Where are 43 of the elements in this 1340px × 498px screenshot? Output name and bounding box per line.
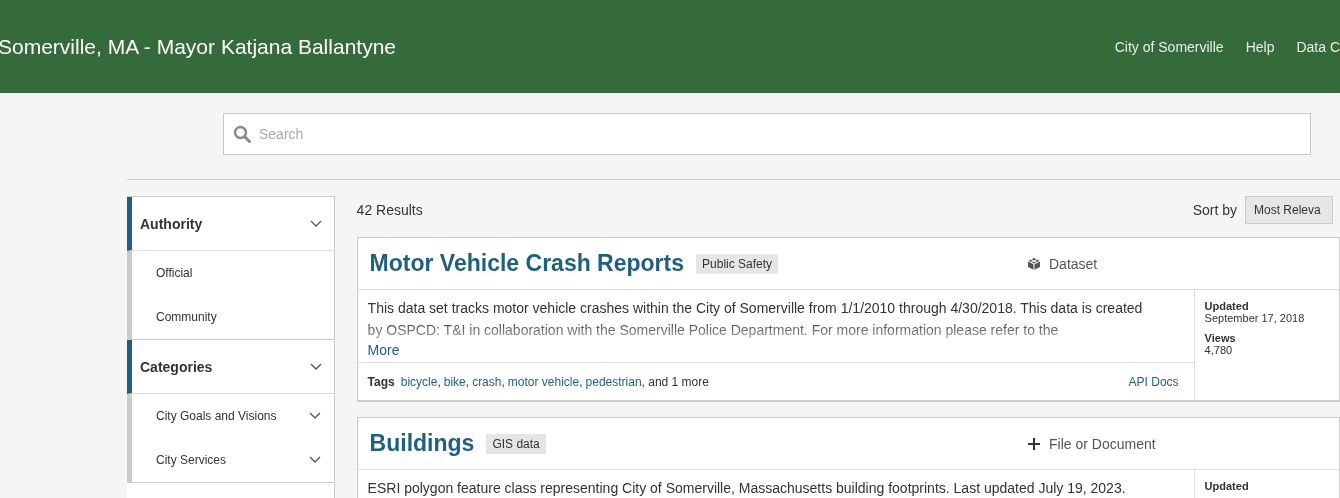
filter-item[interactable]: City Services — [132, 438, 334, 482]
separator: , — [501, 374, 505, 389]
meta-value: September 17, 2018 — [1204, 312, 1305, 324]
category-tag: Public Safety — [696, 253, 779, 274]
asset-type: File or Document — [1049, 435, 1156, 452]
separator: , — [465, 374, 470, 389]
meta-label: Updated — [1204, 300, 1250, 312]
more-link[interactable]: More — [367, 342, 400, 358]
tag-link[interactable]: pedestrian — [585, 374, 642, 389]
sort-dropdown[interactable]: Most Releva — [1245, 196, 1333, 224]
filter-item[interactable]: Community — [132, 295, 334, 339]
meta-label: Updated — [1204, 480, 1249, 492]
result-title-link[interactable]: Motor Vehicle Crash Reports — [369, 250, 685, 277]
meta-value: 4,780 — [1204, 344, 1234, 356]
separator: , — [579, 374, 583, 389]
nav-link[interactable]: City of Somerville — [1114, 38, 1224, 55]
api-docs-link[interactable]: API Docs — [1128, 374, 1179, 389]
chevron-icon — [309, 362, 322, 371]
tag-link[interactable]: bike — [443, 374, 466, 389]
category-tag: GIS data — [486, 433, 546, 454]
chevron-icon — [309, 219, 322, 228]
filter-section-header[interactable]: Categories — [127, 340, 334, 394]
filter-section-header[interactable]: Authority — [127, 197, 334, 251]
more-tags: , and 1 more — [641, 374, 709, 389]
nav-link[interactable]: Data C — [1296, 38, 1340, 55]
result-title-link[interactable]: Buildings — [369, 430, 475, 457]
cube-icon — [1027, 256, 1041, 271]
plus-icon — [1027, 436, 1041, 451]
tags-label: Tags — [367, 374, 395, 389]
search-icon — [233, 125, 251, 143]
asset-type: Dataset — [1049, 255, 1098, 272]
result-count: 42 Results — [356, 202, 423, 218]
description: This data set tracks motor vehicle crashes within the City of Somerville from 1/1/2010 through 4/30/2018. This data is created by OSPCD: T&I in collaboration with the Somerville Police Department. For more information please refer to the — [367, 299, 1144, 340]
description: ESRI polygon feature class representing City of Somerville, Massachusetts building footprints. Last updated July 19, 2023. — [367, 479, 1127, 498]
nav-link[interactable]: Help — [1245, 38, 1275, 55]
filter-item[interactable]: City Goals and Visions — [132, 394, 334, 438]
separator: , — [437, 374, 441, 389]
filter-section-title: Categories — [140, 358, 213, 375]
sort-label: Sort by — [1192, 202, 1237, 218]
filter-item[interactable]: Official — [132, 251, 334, 295]
meta-label: Views — [1204, 332, 1237, 344]
search-field[interactable]: Search — [223, 113, 1311, 155]
filter-section-title: Authority — [140, 215, 203, 232]
